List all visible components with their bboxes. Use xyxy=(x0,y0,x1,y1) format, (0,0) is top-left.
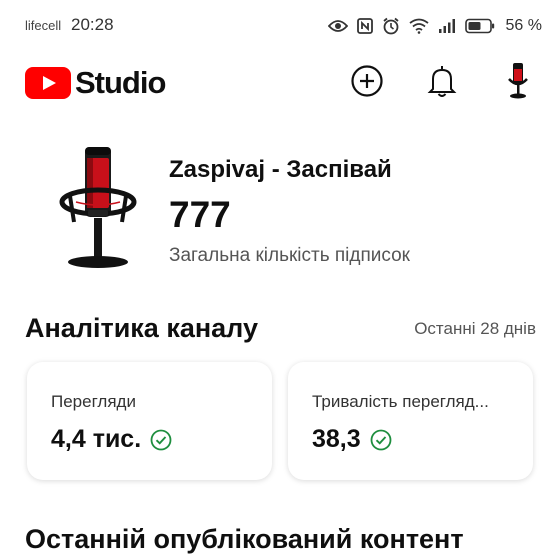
analytics-title: Аналітика каналу xyxy=(25,313,258,343)
create-button[interactable] xyxy=(351,65,383,97)
carrier-name: lifecell xyxy=(25,18,62,33)
wifi-icon xyxy=(408,18,429,34)
status-bar: lifecell 20:28 56 % xyxy=(0,0,560,50)
check-circle-icon xyxy=(370,429,392,451)
youtube-play-icon xyxy=(25,67,71,99)
bell-icon xyxy=(427,66,457,97)
subscriber-count: 777 xyxy=(169,194,231,235)
channel-name: Zaspivaj - Заспівай xyxy=(169,156,392,183)
battery-icon xyxy=(464,18,495,34)
card-value: 38,3 xyxy=(312,425,361,453)
card-value: 4,4 тис. xyxy=(51,425,142,453)
analytics-period[interactable]: Останні 28 днів xyxy=(414,319,536,339)
app-bar: Studio xyxy=(0,58,560,106)
status-time: 20:28 xyxy=(71,15,114,34)
logo-text: Studio xyxy=(75,65,166,100)
recent-content-title: Останній опублікований контент xyxy=(25,524,464,554)
status-icons: 56 % xyxy=(327,15,542,37)
account-avatar[interactable] xyxy=(503,61,533,101)
card-value-row: 4,4 тис. xyxy=(51,425,172,454)
battery-percent: 56 % xyxy=(505,17,542,34)
subscriber-label: Загальна кількість підписок xyxy=(169,245,410,266)
signal-icon xyxy=(438,18,456,34)
youtube-studio-logo: Studio xyxy=(25,65,166,101)
check-circle-icon xyxy=(150,429,172,451)
create-icon xyxy=(351,65,383,97)
card-label: Перегляди xyxy=(51,392,136,411)
alarm-icon xyxy=(382,17,400,35)
views-card[interactable]: Перегляди 4,4 тис. xyxy=(27,362,272,480)
channel-avatar xyxy=(52,144,144,272)
card-label: Тривалість перегляд... xyxy=(312,392,489,411)
nfc-icon xyxy=(356,18,373,34)
watch-time-card[interactable]: Тривалість перегляд... 38,3 xyxy=(288,362,533,480)
notifications-button[interactable] xyxy=(426,63,458,99)
eye-icon xyxy=(327,19,348,33)
card-value-row: 38,3 xyxy=(312,425,392,454)
